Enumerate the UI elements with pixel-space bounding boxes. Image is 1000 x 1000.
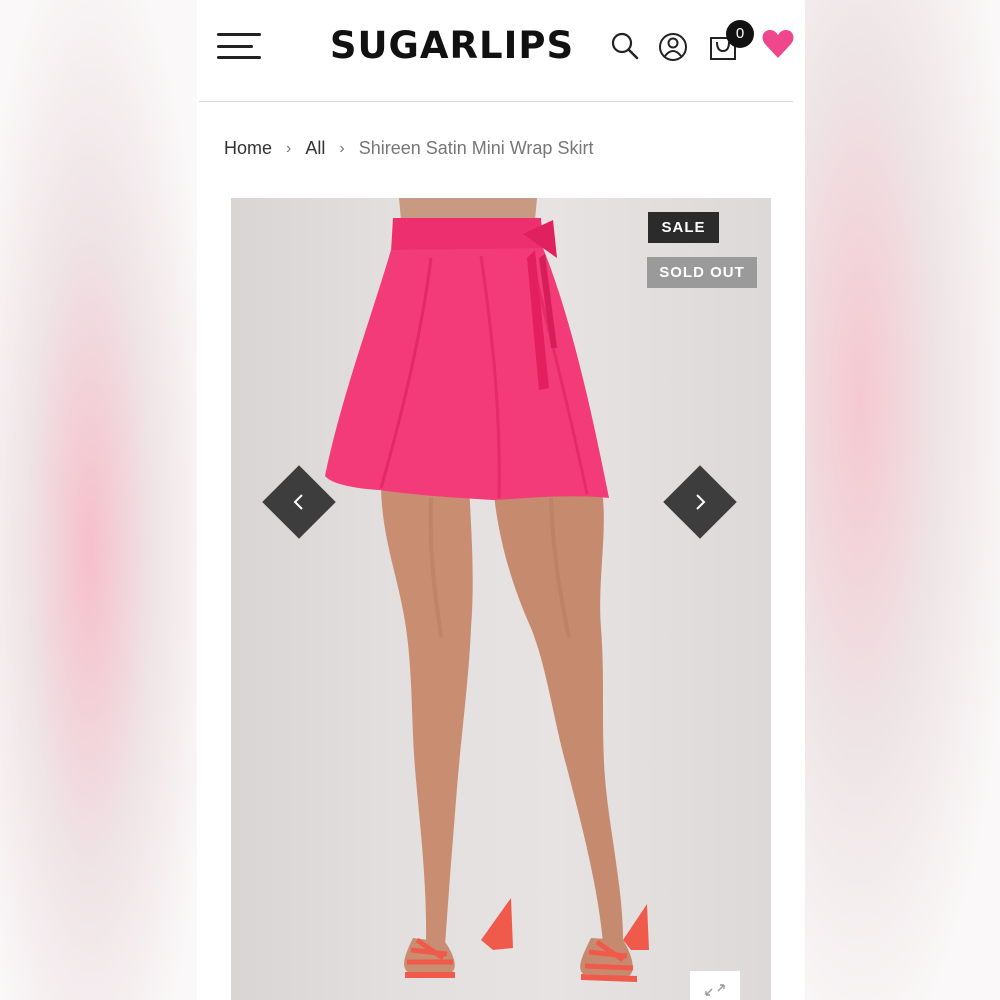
breadcrumb-all[interactable]: All [305, 138, 325, 159]
left-blurred-background [0, 0, 200, 1000]
breadcrumb: Home › All › Shireen Satin Mini Wrap Ski… [224, 138, 593, 159]
cart-count-badge: 0 [726, 20, 754, 48]
account-icon[interactable] [657, 31, 689, 63]
product-image-gallery: SALE SOLD OUT [231, 198, 771, 1000]
chevron-right-icon: › [286, 139, 292, 157]
site-header: SUGARLIPS 0 [197, 0, 805, 103]
menu-icon[interactable] [217, 33, 263, 61]
right-blurred-background [800, 0, 1000, 1000]
chevron-right-icon: › [339, 139, 345, 157]
site-logo[interactable]: SUGARLIPS [327, 24, 577, 67]
sale-badge: SALE [648, 212, 719, 243]
breadcrumb-current: Shireen Satin Mini Wrap Skirt [358, 138, 594, 158]
product-photo [325, 198, 649, 982]
chevron-left-icon [293, 494, 303, 510]
zoom-button[interactable] [689, 970, 741, 1000]
breadcrumb-home[interactable]: Home [224, 138, 272, 159]
mobile-page: SUGARLIPS 0 Home › All › Shireen Satin M… [197, 0, 805, 1000]
heart-icon[interactable] [761, 28, 795, 60]
sold-out-badge: SOLD OUT [647, 257, 757, 288]
expand-icon [705, 984, 725, 996]
search-icon[interactable] [609, 30, 641, 62]
chevron-right-icon [696, 494, 706, 510]
header-divider [199, 101, 793, 102]
